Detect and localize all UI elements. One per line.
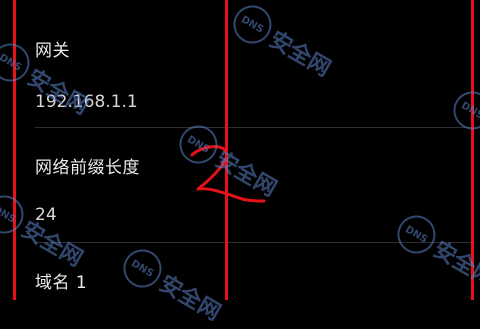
- prefix-length-label: 网络前缀长度: [35, 153, 140, 178]
- gateway-label: 网关: [35, 36, 70, 61]
- prefix-length-value[interactable]: 24: [35, 205, 57, 225]
- annotation-line-right: [471, 0, 474, 300]
- gateway-value[interactable]: 192.168.1.1: [35, 92, 138, 112]
- annotation-marker-icon: [186, 141, 266, 211]
- annotation-line-left: [13, 0, 16, 300]
- domain1-label: 域名 1: [35, 268, 87, 293]
- divider: [35, 127, 475, 128]
- divider: [35, 242, 475, 243]
